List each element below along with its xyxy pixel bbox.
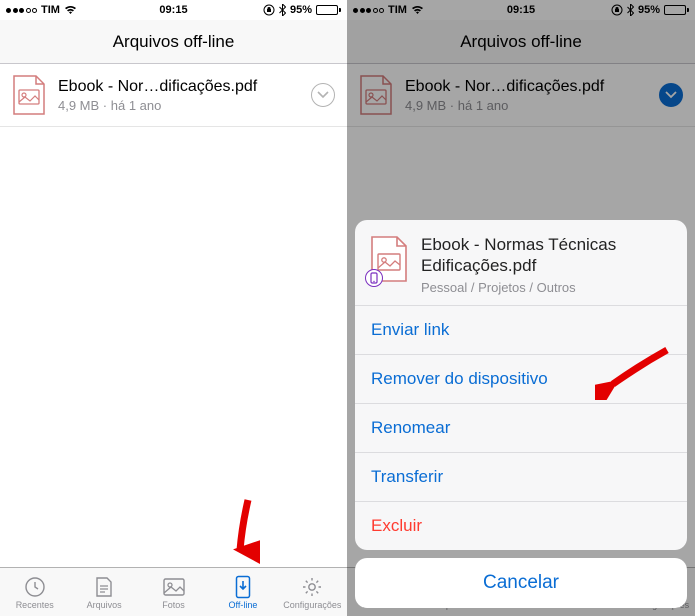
tab-label: Recentes bbox=[16, 600, 54, 610]
tab-bar: Recentes Arquivos Fotos Off-line Configu… bbox=[0, 567, 347, 616]
file-row[interactable]: Ebook - Nor…dificações.pdf 4,9 MB · há 1… bbox=[0, 64, 347, 127]
file-pdf-icon bbox=[369, 234, 409, 284]
tab-label: Arquivos bbox=[87, 600, 122, 610]
file-name: Ebook - Nor…dificações.pdf bbox=[405, 78, 647, 96]
clock-icon bbox=[22, 575, 48, 599]
tab-label: Configurações bbox=[283, 600, 341, 610]
page-title: Arquivos off-line bbox=[347, 20, 695, 64]
tab-fotos[interactable]: Fotos bbox=[139, 568, 208, 616]
action-excluir[interactable]: Excluir bbox=[355, 501, 687, 550]
status-bar: TIM 09:15 95% bbox=[347, 0, 695, 20]
phone-left: TIM 09:15 95% Arquivos off-line E bbox=[0, 0, 347, 616]
arrow-annotation bbox=[220, 496, 260, 566]
file-pdf-icon bbox=[359, 74, 393, 116]
battery-icon bbox=[316, 5, 341, 15]
cancel-button[interactable]: Cancelar bbox=[355, 558, 687, 608]
phone-badge-icon bbox=[365, 269, 383, 287]
file-pdf-icon bbox=[12, 74, 46, 116]
clock: 09:15 bbox=[507, 4, 535, 16]
gear-icon bbox=[299, 575, 325, 599]
download-phone-icon bbox=[230, 575, 256, 599]
tab-recentes[interactable]: Recentes bbox=[0, 568, 69, 616]
photo-icon bbox=[161, 575, 187, 599]
file-meta: 4,9 MB · há 1 ano bbox=[405, 98, 647, 113]
action-remover-dispositivo[interactable]: Remover do dispositivo bbox=[355, 354, 687, 403]
tab-offline[interactable]: Off-line bbox=[208, 568, 277, 616]
status-bar: TIM 09:15 95% bbox=[0, 0, 347, 20]
more-button[interactable] bbox=[311, 83, 335, 107]
battery-icon bbox=[664, 5, 689, 15]
action-sheet: Ebook - Normas TécnicasEdificações.pdf P… bbox=[355, 220, 687, 609]
phone-right: TIM 09:15 95% Arquivos off-line E bbox=[347, 0, 695, 616]
file-row[interactable]: Ebook - Nor…dificações.pdf 4,9 MB · há 1… bbox=[347, 64, 695, 127]
tab-configuracoes[interactable]: Configurações bbox=[278, 568, 347, 616]
action-transferir[interactable]: Transferir bbox=[355, 452, 687, 501]
action-enviar-link[interactable]: Enviar link bbox=[355, 305, 687, 354]
sheet-header: Ebook - Normas TécnicasEdificações.pdf P… bbox=[355, 220, 687, 306]
tab-arquivos[interactable]: Arquivos bbox=[69, 568, 138, 616]
chevron-down-icon bbox=[665, 91, 677, 99]
document-icon bbox=[91, 575, 117, 599]
sheet-file-name: Ebook - Normas TécnicasEdificações.pdf bbox=[421, 234, 616, 277]
page-title: Arquivos off-line bbox=[0, 20, 347, 64]
chevron-down-icon bbox=[317, 91, 329, 99]
file-name: Ebook - Nor…dificações.pdf bbox=[58, 78, 299, 96]
tab-label: Fotos bbox=[162, 600, 185, 610]
sheet-file-path: Pessoal / Projetos / Outros bbox=[421, 280, 616, 295]
clock: 09:15 bbox=[159, 4, 187, 16]
more-button[interactable] bbox=[659, 83, 683, 107]
action-renomear[interactable]: Renomear bbox=[355, 403, 687, 452]
file-meta: 4,9 MB · há 1 ano bbox=[58, 98, 299, 113]
tab-label: Off-line bbox=[228, 600, 257, 610]
